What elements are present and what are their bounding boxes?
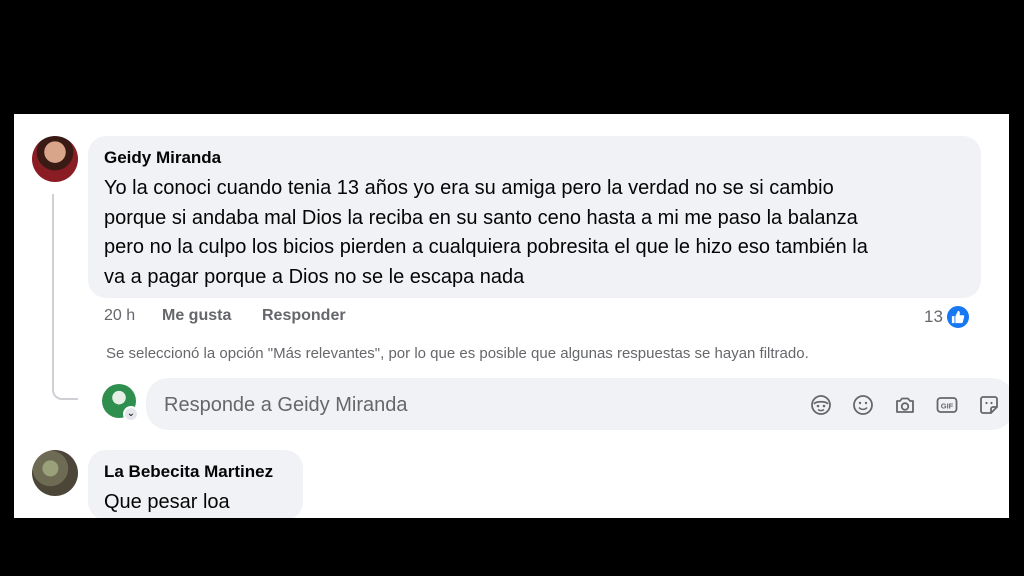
thread-connector-line — [52, 194, 78, 400]
avatar-sticker-icon[interactable] — [808, 392, 834, 418]
comment-author[interactable]: Geidy Miranda — [104, 148, 221, 168]
comment-line: Yo la conoci cuando tenia 13 años yo era… — [104, 177, 834, 199]
comment-timestamp[interactable]: 20 h — [104, 307, 135, 325]
comment-author[interactable]: La Bebecita Martinez — [104, 462, 273, 482]
like-button[interactable]: Me gusta — [162, 307, 231, 325]
comment-bubble: Geidy Miranda Yo la conoci cuando tenia … — [88, 136, 981, 298]
reaction-count: 13 — [924, 307, 943, 326]
emoji-icon[interactable] — [850, 392, 876, 418]
comment-line: va a pagar porque a Dios no se le escapa… — [104, 265, 525, 288]
reply-composer: GIF — [146, 378, 1009, 432]
reply-input[interactable] — [162, 378, 766, 432]
avatar[interactable] — [32, 450, 78, 496]
comment-text: Que pesar loa — [104, 488, 304, 518]
like-icon — [944, 304, 971, 330]
comment-bubble: La Bebecita Martinez Que pesar loa — [88, 450, 303, 518]
comment-line: porque si andaba mal Dios la reciba en s… — [104, 206, 858, 229]
gif-icon[interactable]: GIF — [934, 392, 960, 418]
camera-icon[interactable] — [892, 392, 918, 418]
comments-panel: Geidy Miranda Yo la conoci cuando tenia … — [14, 114, 1009, 518]
comment-text: Yo la conoci cuando tenia 13 años yo era… — [104, 174, 974, 292]
comment-line: pero no la culpo los bicios pierden a cu… — [104, 236, 868, 258]
svg-text:GIF: GIF — [941, 402, 954, 411]
reaction-summary[interactable]: 13 — [924, 304, 971, 330]
filter-notice: Se seleccionó la opción "Más relevantes"… — [106, 345, 809, 362]
composer-tools: GIF — [808, 392, 1002, 418]
chevron-down-icon[interactable]: ⌄ — [123, 406, 139, 422]
comment-line: Que pesar loa — [104, 491, 230, 513]
sticker-icon[interactable] — [976, 392, 1002, 418]
avatar[interactable] — [32, 136, 78, 182]
reply-button[interactable]: Responder — [262, 307, 346, 325]
